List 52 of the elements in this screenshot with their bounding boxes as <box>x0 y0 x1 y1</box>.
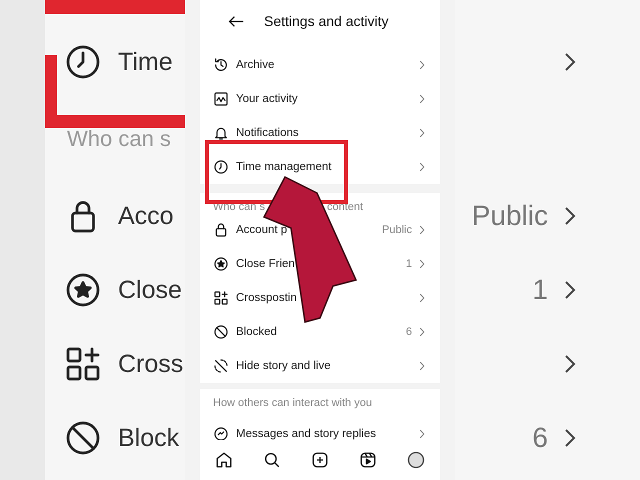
plus-square-icon[interactable] <box>311 451 329 469</box>
grid-icon <box>213 290 229 306</box>
settings-row[interactable]: Crosspostin <box>200 281 440 315</box>
chevron-icon <box>419 128 425 138</box>
setting-value: 6 <box>406 326 412 338</box>
settings-row[interactable]: Hide story and live <box>200 349 440 383</box>
settings-row[interactable]: Close Frien 1 <box>200 247 440 281</box>
settings-row[interactable]: Account p Public <box>200 213 440 247</box>
setting-label: Close <box>118 276 182 304</box>
section-header: content <box>326 201 364 213</box>
clock-icon <box>65 44 101 80</box>
settings-row[interactable]: Archive <box>200 48 440 82</box>
chevron-icon <box>419 293 425 303</box>
section-header: How others can interact with you <box>213 397 372 409</box>
setting-value: 6 <box>532 422 548 454</box>
chevron-icon <box>419 162 425 172</box>
blocked-icon <box>213 324 229 340</box>
chevron-icon <box>419 259 425 269</box>
chevron-icon <box>419 327 425 337</box>
settings-row[interactable]: Notifications <box>200 116 440 150</box>
setting-value: 1 <box>532 274 548 306</box>
clock-icon <box>213 159 229 175</box>
search-icon[interactable] <box>263 451 281 469</box>
lock-icon <box>213 222 229 238</box>
hide-icon <box>213 358 229 374</box>
activity-icon <box>213 91 229 107</box>
section-header: Who can s <box>67 126 171 152</box>
settings-row[interactable]: Your activity <box>200 82 440 116</box>
settings-row[interactable]: Time management <box>200 150 440 184</box>
blocked-icon <box>65 420 101 456</box>
setting-label: Block <box>118 424 180 452</box>
setting-label: Time <box>118 48 173 76</box>
chevron-icon <box>419 60 425 70</box>
setting-label: Cross <box>118 350 184 378</box>
chevron-icon <box>419 429 425 439</box>
chevron-icon <box>419 94 425 104</box>
avatar-icon[interactable] <box>407 451 425 469</box>
screen-title: Settings and activity <box>264 13 389 29</box>
message-icon <box>213 426 229 442</box>
settings-row[interactable]: Blocked 6 <box>200 315 440 349</box>
archive-icon <box>213 57 229 73</box>
setting-value: Public <box>472 200 548 232</box>
bell-icon <box>213 125 229 141</box>
setting-value: 1 <box>406 258 412 270</box>
chevron-icon <box>419 361 425 371</box>
setting-value: Public <box>382 224 412 236</box>
grid-icon <box>65 346 101 382</box>
setting-label: Acco <box>118 202 174 230</box>
play-square-icon[interactable] <box>359 451 377 469</box>
back-arrow-icon[interactable] <box>228 14 244 28</box>
home-icon[interactable] <box>215 451 233 469</box>
chevron-icon <box>419 225 425 235</box>
